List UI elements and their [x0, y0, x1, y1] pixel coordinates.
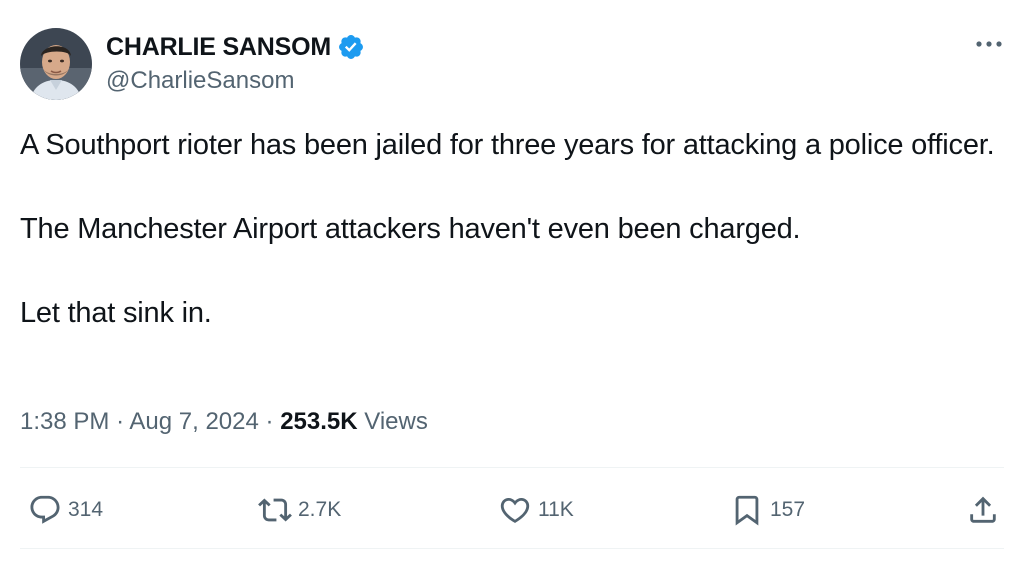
retweet-count: 2.7K — [298, 498, 342, 521]
like-count: 11K — [538, 498, 574, 521]
tweet-time[interactable]: 1:38 PM — [20, 408, 109, 435]
bookmark-count: 157 — [770, 498, 806, 521]
tweet-text: A Southport rioter has been jailed for t… — [20, 124, 1000, 334]
views-label: Views — [364, 408, 428, 435]
retweet-button[interactable]: 2.7K — [258, 492, 341, 528]
tweet-paragraph: Let that sink in. — [20, 297, 212, 329]
divider — [20, 467, 1004, 468]
meta-separator: · — [265, 408, 274, 435]
tweet-date[interactable]: Aug 7, 2024 — [129, 408, 258, 435]
bookmark-button[interactable]: 157 — [730, 492, 805, 528]
reply-count: 314 — [68, 498, 104, 521]
reply-button[interactable]: 314 — [28, 492, 103, 528]
heart-icon — [500, 497, 530, 523]
share-button[interactable] — [966, 492, 1000, 528]
share-icon — [970, 496, 996, 523]
handle[interactable]: @CharlieSansom — [106, 66, 365, 96]
views-count[interactable]: 253.5K — [280, 408, 357, 435]
display-name-row: CHARLIE SANSOM — [106, 32, 365, 62]
avatar[interactable] — [20, 28, 92, 100]
tweet-paragraph: A Southport rioter has been jailed for t… — [20, 129, 995, 161]
tweet-metadata: 1:38 PM · Aug 7, 2024 · 253.5K Views — [20, 404, 428, 440]
avatar-image — [20, 28, 92, 100]
display-name[interactable]: CHARLIE SANSOM — [106, 32, 331, 62]
reply-icon — [30, 495, 60, 524]
tweet-card: CHARLIE SANSOM @CharlieSansom A Southpor… — [0, 0, 1024, 561]
like-button[interactable]: 11K — [498, 492, 574, 528]
author-names: CHARLIE SANSOM @CharlieSansom — [106, 32, 365, 96]
retweet-icon — [258, 498, 292, 522]
verified-badge-icon[interactable] — [337, 33, 365, 61]
bookmark-icon — [735, 495, 759, 526]
tweet-header: CHARLIE SANSOM @CharlieSansom — [20, 26, 365, 102]
meta-separator: · — [116, 408, 125, 435]
tweet-paragraph: The Manchester Airport attackers haven't… — [20, 213, 801, 245]
action-bar: 314 2.7K 11K 157 — [0, 480, 1024, 540]
divider — [20, 548, 1004, 549]
more-horizontal-icon[interactable] — [974, 34, 1004, 54]
